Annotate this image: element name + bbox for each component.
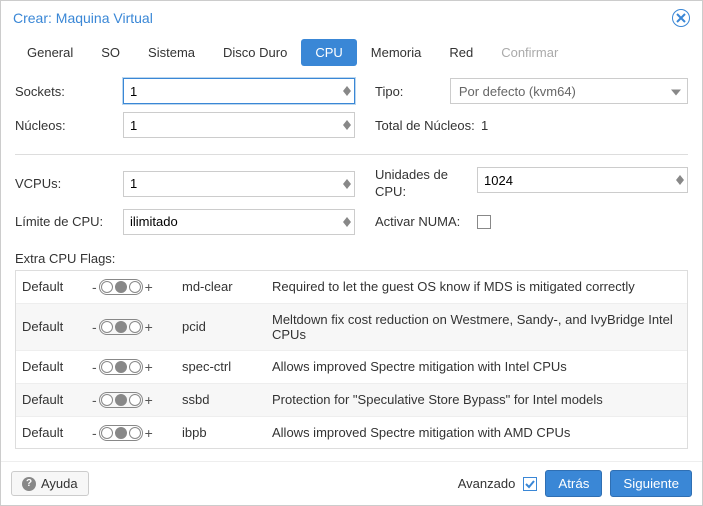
sockets-input[interactable]	[123, 78, 355, 104]
cpu-units-label: Unidades de CPU:	[375, 167, 477, 201]
minus-icon: -	[92, 319, 97, 335]
type-value: Por defecto (kvm64)	[459, 84, 576, 99]
flags-table-scroll[interactable]: Default-+md-clearRequired to let the gue…	[15, 270, 688, 449]
close-icon	[676, 13, 686, 23]
plus-icon: +	[145, 319, 153, 335]
cores-label: Núcleos:	[15, 118, 123, 133]
flag-row: Default-+md-clearRequired to let the gue…	[16, 271, 687, 304]
flag-row: Default-+ssbdProtection for "Speculative…	[16, 383, 687, 416]
help-label: Ayuda	[41, 476, 78, 491]
flag-row: Default-+ibpbAllows improved Spectre mit…	[16, 416, 687, 449]
check-icon	[525, 479, 535, 489]
tab-general[interactable]: General	[13, 39, 87, 66]
flag-default-label: Default	[16, 271, 86, 304]
type-select[interactable]: Por defecto (kvm64)	[450, 78, 688, 104]
numa-checkbox[interactable]	[477, 215, 491, 229]
chevron-down-icon	[343, 125, 351, 130]
extra-flags-title: Extra CPU Flags:	[15, 251, 688, 266]
sockets-spinner[interactable]	[343, 86, 351, 96]
divider	[15, 154, 688, 155]
back-button[interactable]: Atrás	[545, 470, 602, 497]
advanced-checkbox[interactable]	[523, 477, 537, 491]
tab-cpu[interactable]: CPU	[301, 39, 356, 66]
flag-tristate-toggle[interactable]: -+	[92, 392, 153, 408]
vcpus-input[interactable]	[123, 171, 355, 197]
cores-spinner[interactable]	[343, 120, 351, 130]
chevron-down-icon	[343, 91, 351, 96]
next-button[interactable]: Siguiente	[610, 470, 692, 497]
flag-tristate-toggle[interactable]: -+	[92, 279, 153, 295]
help-icon: ?	[22, 477, 36, 491]
plus-icon: +	[145, 425, 153, 441]
chevron-down-icon	[343, 222, 351, 227]
chevron-down-icon	[343, 184, 351, 189]
flag-name: ssbd	[176, 383, 266, 416]
flag-tristate-toggle[interactable]: -+	[92, 359, 153, 375]
flag-name: spec-ctrl	[176, 350, 266, 383]
cores-input[interactable]	[123, 112, 355, 138]
tab-sistema[interactable]: Sistema	[134, 39, 209, 66]
minus-icon: -	[92, 359, 97, 375]
cpu-limit-label: Límite de CPU:	[15, 214, 123, 229]
flags-table: Default-+md-clearRequired to let the gue…	[16, 271, 687, 449]
cpu-units-spinner[interactable]	[676, 175, 684, 185]
flag-name: ibpb	[176, 416, 266, 449]
flag-tristate-toggle[interactable]: -+	[92, 425, 153, 441]
tab-memoria[interactable]: Memoria	[357, 39, 436, 66]
flag-default-label: Default	[16, 303, 86, 350]
plus-icon: +	[145, 279, 153, 295]
numa-label: Activar NUMA:	[375, 214, 477, 229]
flag-row: Default-+spec-ctrlAllows improved Spectr…	[16, 350, 687, 383]
tab-confirmar: Confirmar	[487, 39, 572, 66]
chevron-down-icon	[671, 90, 681, 96]
flag-name: pcid	[176, 303, 266, 350]
close-button[interactable]	[672, 9, 690, 27]
minus-icon: -	[92, 392, 97, 408]
minus-icon: -	[92, 425, 97, 441]
flag-default-label: Default	[16, 383, 86, 416]
flag-description: Protection for "Speculative Store Bypass…	[266, 383, 687, 416]
tab-disco-duro[interactable]: Disco Duro	[209, 39, 301, 66]
flag-name: md-clear	[176, 271, 266, 304]
plus-icon: +	[145, 359, 153, 375]
plus-icon: +	[145, 392, 153, 408]
flag-description: Meltdown fix cost reduction on Westmere,…	[266, 303, 687, 350]
flag-default-label: Default	[16, 416, 86, 449]
cpu-limit-spinner[interactable]	[343, 217, 351, 227]
help-button[interactable]: ? Ayuda	[11, 471, 89, 496]
sockets-label: Sockets:	[15, 84, 123, 99]
vcpus-spinner[interactable]	[343, 179, 351, 189]
flag-default-label: Default	[16, 350, 86, 383]
vcpus-label: VCPUs:	[15, 176, 123, 191]
minus-icon: -	[92, 279, 97, 295]
tab-bar: GeneralSOSistemaDisco DuroCPUMemoriaRedC…	[1, 35, 702, 66]
cpu-limit-input[interactable]	[123, 209, 355, 235]
cpu-units-input[interactable]	[477, 167, 688, 193]
flag-description: Allows improved Spectre mitigation with …	[266, 350, 687, 383]
tab-so[interactable]: SO	[87, 39, 134, 66]
total-cores-value: 1	[477, 118, 488, 133]
flag-description: Required to let the guest OS know if MDS…	[266, 271, 687, 304]
total-cores-label: Total de Núcleos:	[375, 118, 477, 133]
flag-row: Default-+pcidMeltdown fix cost reduction…	[16, 303, 687, 350]
advanced-label: Avanzado	[458, 476, 516, 491]
flag-description: Allows improved Spectre mitigation with …	[266, 416, 687, 449]
window-title: Crear: Maquina Virtual	[13, 10, 153, 26]
tab-red[interactable]: Red	[435, 39, 487, 66]
flag-tristate-toggle[interactable]: -+	[92, 319, 153, 335]
chevron-down-icon	[676, 180, 684, 185]
type-label: Tipo:	[375, 84, 450, 99]
